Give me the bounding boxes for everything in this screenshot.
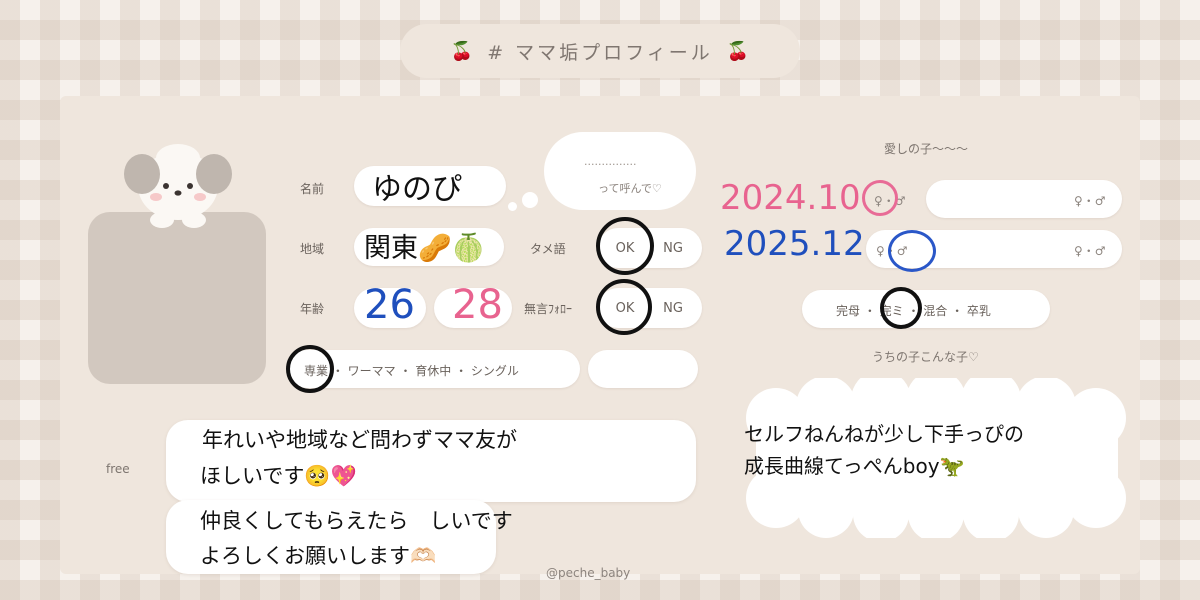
child1-sex-marker <box>862 180 898 216</box>
child1-extra-sex: ♀・♂ <box>1074 194 1106 208</box>
nickname-hint: って呼んで♡ <box>598 182 662 195</box>
children-heading: 愛しの子〜〜〜 <box>884 142 969 156</box>
child2-date: 2025.12 <box>724 224 865 264</box>
title-banner: 🍒 # ママ垢プロフィール 🍒 <box>400 24 800 78</box>
role-selected-marker <box>286 345 334 393</box>
name-value: ゆのぴ <box>372 172 462 207</box>
about-text-line1: セルフねんねが少し下手っぴの <box>744 422 1024 446</box>
cherry-icon: 🍒 <box>450 40 474 62</box>
tame-ok-marker <box>596 217 654 275</box>
child1-date: 2024.10 <box>720 178 861 218</box>
thought-bubble-dot <box>522 192 538 208</box>
page-title: # ママ垢プロフィール <box>487 41 713 64</box>
feeding-selected-marker <box>880 287 922 329</box>
role-extra-field[interactable] <box>588 350 698 388</box>
tame-label: タメ語 <box>530 242 566 256</box>
thought-bubble <box>544 132 696 210</box>
about-text-line2: 成長曲線てっぺんboy🦖 <box>744 454 965 478</box>
free-label: free <box>106 462 130 476</box>
follow-ok-marker <box>596 279 652 335</box>
region-value: 関東🥜🍈 <box>364 233 486 264</box>
cherry-icon: 🍒 <box>726 40 750 62</box>
about-heading: うちの子こんな子♡ <box>872 350 979 364</box>
name-label: 名前 <box>300 182 325 196</box>
credit-handle: @peche_baby <box>546 566 631 580</box>
role-options: 専業 ・ ワーママ ・ 育休中 ・ シングル <box>304 364 519 378</box>
region-label: 地域 <box>300 242 325 256</box>
photo-frame <box>88 212 266 384</box>
puppy-icon <box>124 144 232 228</box>
free-line-2: ほしいです🥺💖 <box>200 464 357 488</box>
child2-extra-sex: ♀・♂ <box>1074 244 1106 258</box>
age-value-1: 26 <box>364 282 415 328</box>
follow-label: 無言ﾌｫﾛｰ <box>524 302 573 316</box>
free-line-3: 仲良くしてもらえたら しいです <box>200 509 513 533</box>
free-line-4: よろしくお願いします🫶🏻 <box>200 544 437 568</box>
follow-ng-option[interactable]: NG <box>648 290 698 326</box>
child2-sex-marker <box>888 230 936 272</box>
thought-bubble-dot-small <box>508 202 517 211</box>
free-line-1: 年れいや地域など問わずママ友が <box>202 428 517 452</box>
age-value-2: 28 <box>452 282 503 328</box>
nickname-dots: ··············· <box>584 158 637 171</box>
age-label: 年齢 <box>300 302 325 316</box>
tame-ng-option[interactable]: NG <box>648 230 698 266</box>
